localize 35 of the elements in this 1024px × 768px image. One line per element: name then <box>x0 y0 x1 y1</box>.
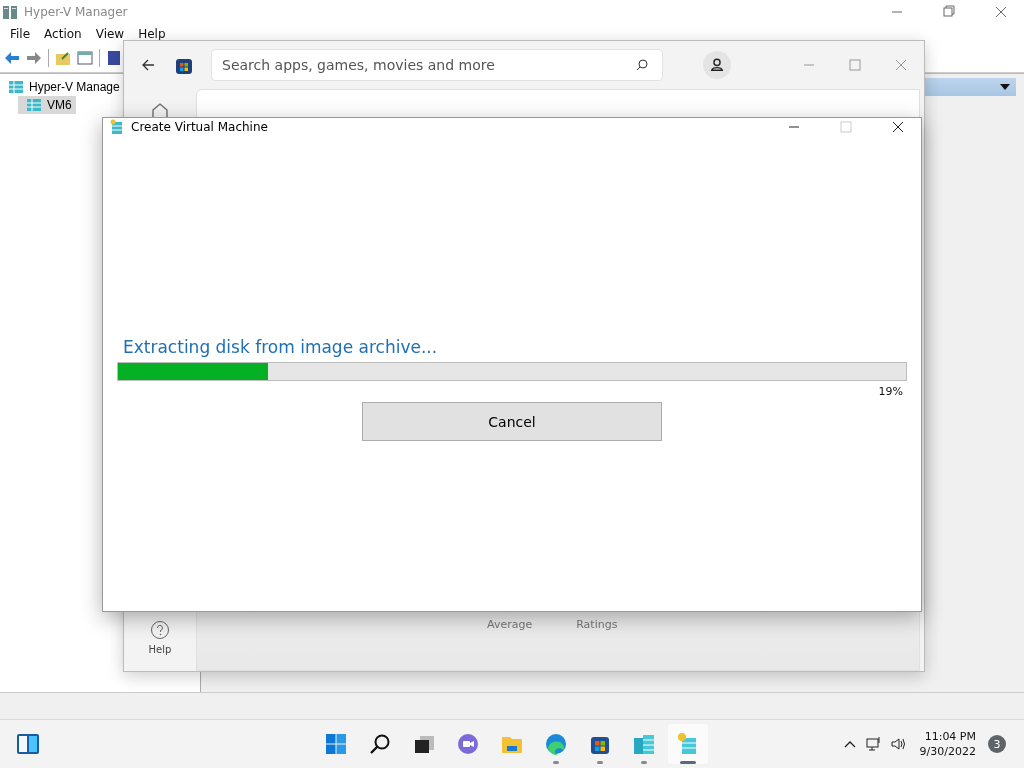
cancel-button[interactable]: Cancel <box>362 402 662 441</box>
rating-label: Average <box>487 618 533 631</box>
start-icon[interactable] <box>324 732 348 756</box>
volume-icon[interactable] <box>889 736 906 752</box>
dropdown-icon[interactable] <box>1000 84 1010 90</box>
status-message: Extracting disk from image archive... <box>122 337 439 357</box>
search-icon[interactable] <box>635 58 649 72</box>
menu-item[interactable]: Action <box>44 27 82 41</box>
window-title: Hyper-V Manager <box>24 5 128 19</box>
search-field[interactable]: Search apps, games, movies and more <box>211 49 663 81</box>
window-title: Create Virtual Machine <box>131 120 268 134</box>
server-icon[interactable] <box>632 732 656 756</box>
server-icon <box>2 4 18 20</box>
tree-item[interactable]: VM6 <box>18 96 76 114</box>
clock[interactable]: 11:04 PM 9/30/2022 <box>919 729 976 759</box>
search-icon[interactable] <box>368 732 392 756</box>
server-icon <box>8 79 24 95</box>
menu-item[interactable]: Help <box>138 27 166 41</box>
menu-item[interactable]: View <box>95 27 125 41</box>
widgets-icon[interactable] <box>16 733 40 755</box>
video-chat-icon[interactable] <box>456 732 480 756</box>
panel-icon[interactable] <box>77 50 93 66</box>
help-nav-item[interactable]: Help <box>148 620 172 655</box>
folder-icon[interactable] <box>55 50 71 66</box>
server-icon <box>26 97 42 113</box>
forward-arrow-icon[interactable] <box>26 50 42 66</box>
account-avatar-icon[interactable] <box>703 51 731 79</box>
browser-icon[interactable] <box>544 732 568 756</box>
tree-item[interactable]: Hyper-V Manage <box>0 78 124 96</box>
progress-percent: 19% <box>878 385 903 398</box>
rating-label: Ratings <box>576 618 618 631</box>
menu-item[interactable]: File <box>10 27 31 41</box>
notification-badge[interactable]: 3 <box>988 735 1006 753</box>
network-icon[interactable] <box>865 736 882 752</box>
back-arrow-icon[interactable] <box>140 57 156 73</box>
